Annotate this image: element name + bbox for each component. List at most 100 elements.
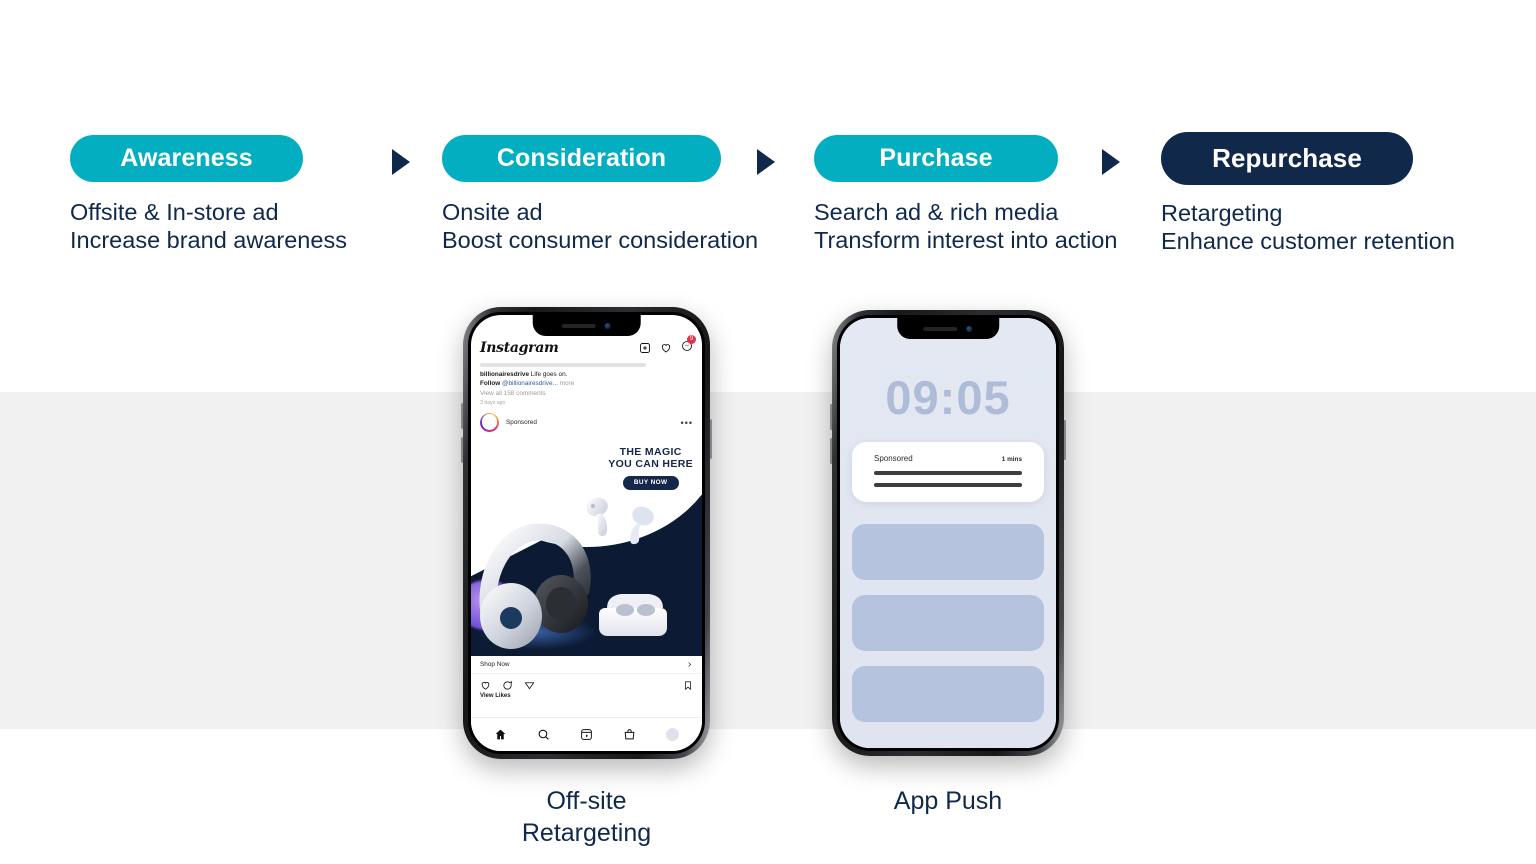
phone-bezel: Instagram 9 billionairesdrive Life goes …: [468, 312, 705, 754]
funnel-desc-purchase: Search ad & rich media Transform interes…: [814, 199, 1117, 254]
phone-mockup-lockscreen: 09:05 Sponsored 1 mins: [830, 310, 1066, 756]
front-camera-icon: [966, 325, 973, 332]
phone-mockup-instagram: Instagram 9 billionairesdrive Life goes …: [461, 307, 712, 759]
triangle-right-icon: [392, 149, 410, 175]
plus-square-icon[interactable]: [639, 342, 651, 354]
caption-follow-line: Follow @billionairesdrive... more: [480, 379, 693, 388]
funnel-desc-awareness: Offsite & In-store ad Increase brand awa…: [70, 199, 347, 254]
funnel-pill-purchase[interactable]: Purchase: [814, 135, 1058, 182]
instagram-wordmark: Instagram: [480, 340, 559, 356]
ad-headline-line1: THE MAGIC: [619, 445, 682, 458]
funnel-desc-line1: Offsite & In-store ad: [70, 199, 279, 225]
funnel-desc-consideration: Onsite ad Boost consumer consideration: [442, 199, 758, 254]
heart-icon[interactable]: [480, 680, 491, 691]
notification-title: Sponsored: [874, 454, 913, 463]
caption-comments-link[interactable]: View all 158 comments: [480, 389, 693, 398]
instagram-action-row: [471, 674, 702, 693]
notification-body-bar: [874, 471, 1022, 475]
funnel-desc-line1: Search ad & rich media: [814, 199, 1059, 225]
funnel-row: Awareness Offsite & In-store ad Increase…: [0, 0, 1536, 392]
ellipsis-icon[interactable]: •••: [681, 418, 693, 428]
caption-follow-prefix[interactable]: Follow: [480, 380, 500, 387]
placeholder-card[interactable]: [852, 524, 1044, 580]
lockscreen-clock: 09:05: [885, 371, 1011, 424]
funnel-desc-line2: Boost consumer consideration: [442, 226, 759, 253]
funnel-stage-repurchase[interactable]: Repurchase Retargeting Enhance customer …: [1161, 132, 1455, 255]
caption-username[interactable]: billionairesdrive: [480, 371, 529, 378]
instagram-post-caption: billionairesdrive Life goes on. Follow @…: [471, 360, 702, 406]
caption-line2: Retargeting: [521, 818, 652, 847]
phone-bezel: 09:05 Sponsored 1 mins: [837, 315, 1059, 751]
funnel-pill-label: Purchase: [879, 144, 993, 172]
phone-notch: [532, 315, 641, 336]
instagram-sponsored-row: Sponsored •••: [471, 406, 702, 438]
phone-frame: Instagram 9 billionairesdrive Life goes …: [463, 307, 710, 759]
funnel-stage-purchase[interactable]: Purchase Search ad & rich media Transfor…: [814, 135, 1117, 254]
caption-more-link[interactable]: more: [560, 380, 575, 387]
phone-screen-lockscreen: 09:05 Sponsored 1 mins: [840, 318, 1056, 748]
earpiece-speaker-icon: [923, 326, 958, 331]
charging-case-icon: [599, 593, 667, 636]
home-icon[interactable]: [494, 728, 507, 741]
buy-now-button[interactable]: BUY NOW: [622, 475, 679, 490]
funnel-desc-line2: Transform interest into action: [814, 226, 1118, 253]
funnel-pill-label: Repurchase: [1212, 143, 1362, 173]
funnel-desc-line1: Retargeting: [1161, 200, 1283, 226]
notification-timestamp: 1 mins: [1001, 456, 1022, 463]
funnel-pill-awareness[interactable]: Awareness: [70, 135, 303, 182]
funnel-stage-awareness[interactable]: Awareness Offsite & In-store ad Increase…: [70, 135, 347, 254]
heart-icon[interactable]: [660, 342, 672, 354]
funnel-desc-line1: Onsite ad: [442, 199, 543, 225]
funnel-pill-label: Consideration: [496, 144, 667, 172]
comment-icon[interactable]: [502, 680, 513, 691]
caption-line1: App Push: [893, 787, 1003, 815]
funnel-desc-repurchase: Retargeting Enhance customer retention: [1161, 200, 1455, 255]
caption-truncated-line: [480, 363, 647, 367]
profile-avatar[interactable]: [666, 728, 679, 741]
avatar[interactable]: [480, 412, 499, 432]
caption-mention[interactable]: @billionairesdrive...: [502, 380, 558, 387]
notification-body-bar: [874, 483, 1022, 487]
phone-frame: 09:05 Sponsored 1 mins: [832, 310, 1064, 756]
share-icon[interactable]: [524, 680, 535, 691]
view-likes-label[interactable]: View Likes: [471, 693, 702, 699]
shop-now-row[interactable]: Shop Now: [471, 656, 702, 674]
phone-notch: [897, 318, 999, 339]
instagram-bottom-nav: [471, 717, 702, 751]
bookmark-icon[interactable]: [683, 680, 693, 691]
funnel-pill-label: Awareness: [120, 144, 253, 172]
sponsored-label: Sponsored: [506, 418, 537, 426]
triangle-right-icon: [757, 149, 775, 175]
placeholder-card[interactable]: [852, 595, 1044, 651]
funnel-desc-line2: Increase brand awareness: [70, 226, 347, 253]
phone-screen-instagram: Instagram 9 billionairesdrive Life goes …: [471, 315, 702, 751]
caption-line1: Off-site: [546, 787, 627, 815]
triangle-right-icon: [1102, 149, 1120, 175]
push-notification-card[interactable]: Sponsored 1 mins: [852, 442, 1044, 502]
messenger-badge: 9: [687, 335, 696, 344]
instagram-header-icons: 9: [639, 335, 696, 357]
background-band: [0, 392, 1536, 729]
front-camera-icon: [605, 322, 611, 329]
placeholder-card[interactable]: [852, 666, 1044, 722]
phone-caption-offsite-retargeting: Off-site Retargeting: [440, 786, 733, 850]
instagram-ad-creative[interactable]: THE MAGIC YOU CAN HERE BUY NOW: [471, 437, 702, 656]
search-icon[interactable]: [537, 728, 550, 741]
earpiece-speaker-icon: [562, 323, 596, 328]
earbuds-icon: [630, 506, 654, 544]
phone-caption-app-push: App Push: [832, 786, 1064, 818]
ad-text-block: THE MAGIC YOU CAN HERE BUY NOW: [608, 446, 693, 490]
headphones-icon: [479, 523, 591, 649]
shop-bag-icon[interactable]: [623, 728, 636, 741]
shop-now-label: Shop Now: [480, 660, 510, 668]
ad-headline-line2: YOU CAN HERE: [608, 458, 693, 471]
funnel-stage-consideration[interactable]: Consideration Onsite ad Boost consumer c…: [442, 135, 758, 254]
caption-text: Life goes on.: [530, 371, 568, 378]
funnel-pill-consideration[interactable]: Consideration: [442, 135, 721, 182]
caption-username-line: billionairesdrive Life goes on.: [480, 370, 693, 379]
funnel-desc-line2: Enhance customer retention: [1161, 227, 1455, 254]
notification-header: Sponsored 1 mins: [874, 454, 1022, 463]
funnel-pill-repurchase[interactable]: Repurchase: [1161, 132, 1413, 185]
reels-icon[interactable]: [580, 728, 593, 741]
chevron-right-icon: [688, 662, 692, 667]
